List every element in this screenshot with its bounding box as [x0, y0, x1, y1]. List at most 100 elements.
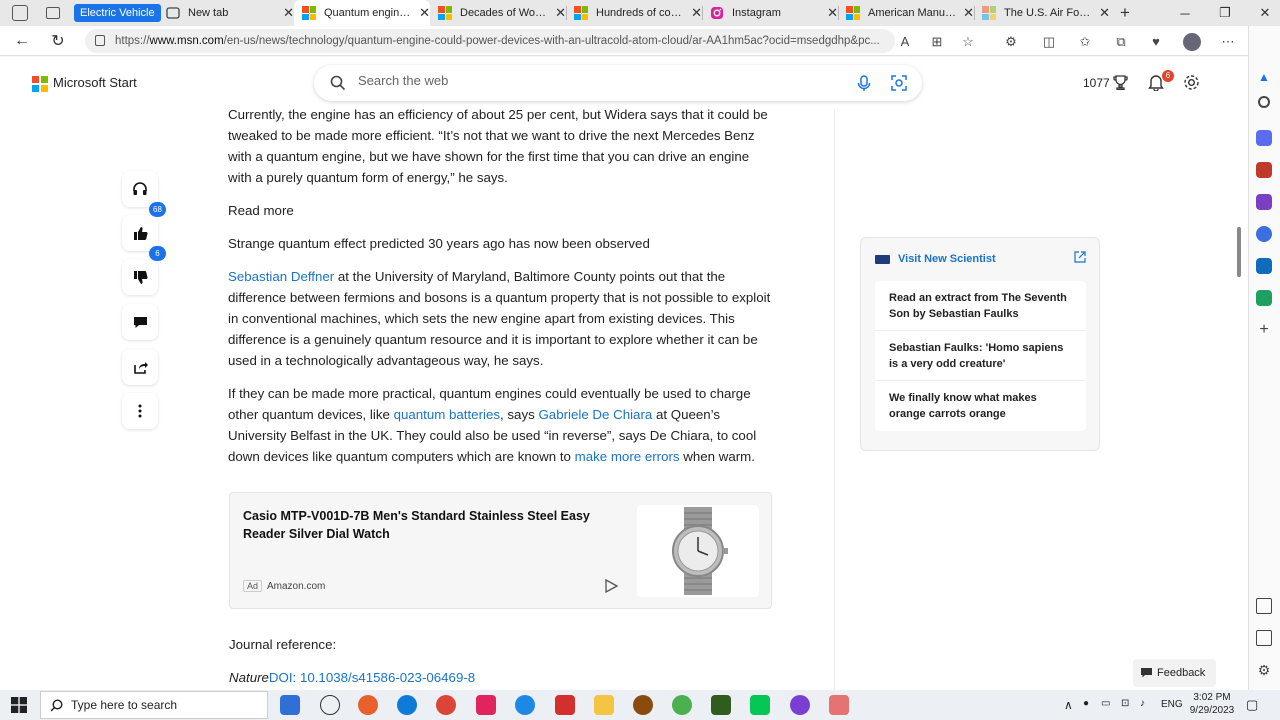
more-options-button[interactable] [122, 393, 158, 429]
make-more-errors-link[interactable]: make more errors [575, 449, 680, 464]
shopping-icon[interactable] [1256, 130, 1272, 146]
task-view-icon[interactable] [280, 695, 300, 715]
quantum-batteries-link[interactable]: quantum batteries [394, 407, 500, 422]
firefox-icon[interactable] [358, 695, 378, 715]
ad-choices-icon[interactable] [604, 579, 618, 593]
close-tab-icon[interactable]: ✕ [419, 5, 430, 21]
battery-icon[interactable]: ▭ [1101, 698, 1110, 709]
chat-icon[interactable] [320, 695, 340, 715]
close-tab-icon[interactable]: ✕ [963, 5, 974, 21]
microphone-icon[interactable] [857, 75, 871, 92]
close-tab-icon[interactable]: ✕ [691, 5, 702, 21]
sponsored-ad-card[interactable]: Casio MTP-V001D-7B Men's Standard Stainl… [229, 492, 772, 609]
extensions-icon[interactable]: ⚙ [1003, 34, 1019, 50]
close-tab-icon[interactable]: ✕ [827, 5, 838, 21]
tab-quantum-engine[interactable]: Quantum engine could power devices with … [294, 0, 430, 26]
comment-button[interactable] [122, 304, 158, 340]
related-article-link[interactable]: Strange quantum effect predicted 30 year… [228, 233, 773, 254]
list-item[interactable]: We finally know what makes orange carrot… [875, 381, 1086, 431]
file-explorer-icon[interactable] [594, 695, 614, 715]
visual-search-icon[interactable] [891, 75, 907, 91]
back-arrow-icon[interactable]: ← [8, 32, 36, 50]
profile-avatar[interactable] [1183, 33, 1201, 51]
minimize-icon[interactable]: ─ [1170, 0, 1200, 26]
clock-time[interactable]: 3:02 PM [1188, 692, 1236, 703]
trophy-icon[interactable] [1113, 75, 1128, 90]
close-tab-icon[interactable]: ✕ [283, 5, 294, 21]
read-aloud-icon[interactable]: A [897, 34, 913, 50]
new-tab-plus-icon[interactable]: + [1110, 0, 1140, 26]
add-sidebar-app-icon[interactable]: + [1256, 322, 1272, 338]
sidebar-panel-icon[interactable] [1256, 598, 1272, 614]
sidebar-settings-gear-icon[interactable]: ⚙ [1256, 662, 1272, 678]
settings-gear-icon[interactable] [1183, 74, 1200, 91]
tray-expand-icon[interactable]: ∧ [1064, 698, 1073, 712]
snipping-tool-icon[interactable] [829, 695, 849, 715]
tab-actions-icon[interactable] [46, 7, 60, 19]
list-item[interactable]: Read an extract from The Seventh Son by … [875, 281, 1086, 331]
close-tab-icon[interactable]: ✕ [555, 5, 566, 21]
tab-american-manufacturing[interactable]: American Manufacturing ✕ [838, 0, 974, 26]
workspaces-icon[interactable] [12, 5, 28, 21]
microphone-tray-icon[interactable]: ● [1083, 698, 1089, 709]
tab-hundreds-of-consultants[interactable]: Hundreds of consultants ✕ [566, 0, 702, 26]
clock-date[interactable]: 9/29/2023 [1188, 705, 1236, 716]
close-window-icon[interactable]: ✕ [1250, 0, 1280, 26]
drop-icon[interactable] [1256, 290, 1272, 306]
tools-icon[interactable] [1256, 162, 1272, 178]
refresh-icon[interactable]: ↻ [44, 31, 72, 51]
games-icon[interactable] [1256, 194, 1272, 210]
taskbar-search[interactable] [40, 691, 268, 719]
tab-instagram[interactable]: Instagram ✕ [702, 0, 838, 26]
taskbar-search-input[interactable] [71, 698, 251, 712]
rewards-points[interactable]: 1077 [1083, 76, 1110, 90]
restore-icon[interactable]: ❐ [1210, 0, 1240, 26]
microsoft-365-icon[interactable] [1256, 226, 1272, 242]
feedback-button[interactable]: Feedback [1133, 659, 1216, 687]
tab-us-air-force[interactable]: The U.S. Air Force G ✕ [974, 0, 1110, 26]
scrollbar-thumb[interactable] [1237, 227, 1241, 277]
browser-app-icon[interactable] [515, 695, 535, 715]
network-icon[interactable]: ⊡ [1121, 698, 1129, 709]
scroll-up-icon[interactable]: ▲ [1256, 70, 1272, 86]
split-screen-icon[interactable]: ◫ [1041, 34, 1057, 50]
favorites-icon[interactable]: ✩ [1077, 34, 1093, 50]
sebastian-deffner-link[interactable]: Sebastian Deffner [228, 269, 334, 284]
external-link-icon[interactable] [1074, 251, 1086, 263]
nvidia-icon[interactable] [711, 695, 731, 715]
visit-new-scientist-link[interactable]: Visit New Scientist [898, 253, 996, 265]
acrobat-icon[interactable] [555, 695, 575, 715]
tab-decades-of-work[interactable]: Decades of Work Ended ✕ [430, 0, 566, 26]
tab-new-tab[interactable]: New tab ✕ [158, 0, 294, 26]
windows-start-icon[interactable] [11, 697, 27, 713]
browser-essentials-icon[interactable]: ♥ [1148, 34, 1164, 50]
search-icon[interactable] [1258, 96, 1270, 108]
vpn-app-icon[interactable] [790, 695, 810, 715]
more-menu-icon[interactable]: ⋯ [1220, 34, 1236, 50]
dislike-button[interactable]: 6 [122, 246, 166, 295]
edge-icon[interactable] [397, 695, 417, 715]
game-app-icon[interactable] [633, 695, 653, 715]
doi-link[interactable]: DOI: 10.1038/s41586-023-06469-8 [269, 670, 475, 685]
address-bar-url[interactable]: https://www.msn.com/en-us/news/technolog… [85, 29, 895, 53]
notifications-center-icon[interactable]: ▢ [1246, 697, 1258, 713]
media-app-icon[interactable] [476, 695, 496, 715]
chrome-icon[interactable] [436, 695, 456, 715]
outlook-icon[interactable] [1256, 258, 1272, 274]
page-scrollbar[interactable] [1235, 109, 1243, 690]
wechat-icon[interactable] [672, 695, 692, 715]
open-external-icon[interactable] [1256, 630, 1272, 646]
app-available-icon[interactable]: ⊞ [929, 34, 945, 50]
line-icon[interactable] [750, 695, 770, 715]
volume-icon[interactable]: ♪ [1140, 698, 1145, 709]
gabriele-de-chiara-link[interactable]: Gabriele De Chiara [538, 407, 652, 422]
collections-icon[interactable]: ⧉ [1113, 34, 1129, 50]
share-button[interactable] [122, 349, 158, 385]
search-box[interactable] [314, 65, 922, 101]
close-tab-icon[interactable]: ✕ [1099, 5, 1110, 21]
list-item[interactable]: Sebastian Faulks: 'Homo sapiens is a ver… [875, 331, 1086, 381]
favorite-star-icon[interactable]: ☆ [960, 34, 976, 50]
search-input[interactable] [358, 73, 838, 88]
brand-title[interactable]: Microsoft Start [53, 75, 137, 90]
input-language[interactable]: ENG [1161, 699, 1183, 710]
